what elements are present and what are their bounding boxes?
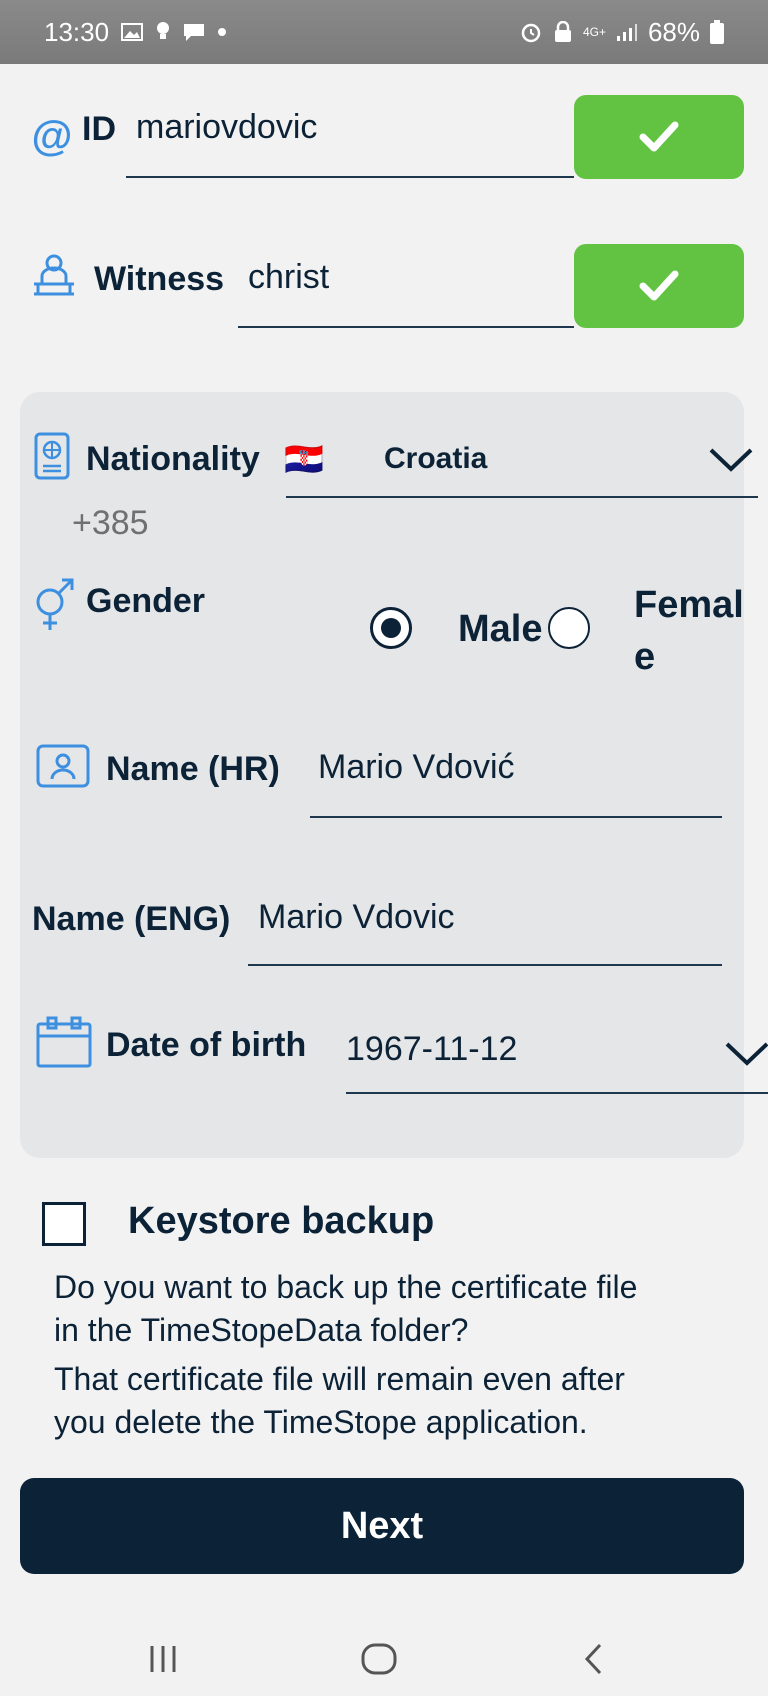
croatia-flag-icon: 🇭🇷 (284, 441, 324, 477)
gender-label: Gender (86, 582, 206, 620)
witness-label: Witness (94, 260, 225, 298)
nationality-underline (286, 496, 758, 498)
svg-text:@: @ (32, 112, 73, 159)
gender-female-label-line2[interactable]: e (634, 636, 655, 679)
keystore-backup-description: Do you want to back up the certificate f… (54, 1266, 754, 1444)
name-eng-label: Name (ENG) (32, 900, 231, 938)
name-hr-input[interactable]: Mario Vdović (318, 748, 515, 787)
home-icon[interactable] (360, 1642, 398, 1676)
next-button[interactable]: Next (20, 1478, 744, 1574)
signal-icon (616, 24, 637, 41)
nationality-select-value[interactable]: Croatia (384, 442, 487, 476)
phone-code: +385 (72, 504, 149, 542)
lock-icon (554, 21, 571, 42)
gender-female-radio[interactable] (548, 607, 590, 649)
dot-icon (218, 28, 227, 36)
bulb-icon (157, 22, 170, 39)
id-confirm-button[interactable] (574, 95, 744, 179)
id-label: ID (82, 110, 116, 148)
name-eng-underline (248, 964, 722, 966)
passport-icon (34, 432, 70, 480)
id-underline (126, 176, 574, 178)
desc-line-2: in the TimeStopeData folder? (54, 1312, 469, 1348)
desc-line-3: That certificate file will remain even a… (54, 1361, 625, 1397)
dob-input[interactable]: 1967-11-12 (346, 1030, 517, 1069)
nationality-label: Nationality (86, 440, 260, 478)
witness-confirm-button[interactable] (574, 244, 744, 328)
dob-underline (346, 1092, 768, 1094)
battery-icon (710, 20, 724, 44)
name-eng-input[interactable]: Mario Vdovic (258, 898, 455, 937)
desc-line-4: you delete the TimeStope application. (54, 1404, 588, 1440)
gender-male-radio[interactable] (370, 607, 412, 649)
gender-female-label-line1[interactable]: Femal (634, 584, 744, 627)
status-time: 13:30 (44, 16, 110, 47)
id-input[interactable]: mariovdovic (136, 108, 317, 147)
name-hr-underline (310, 816, 722, 818)
gender-male-label[interactable]: Male (458, 608, 542, 651)
chevron-down-icon[interactable] (724, 1040, 768, 1068)
recent-apps-icon[interactable] (148, 1644, 178, 1674)
checkmark-icon (639, 121, 679, 152)
checkmark-icon (639, 270, 679, 301)
desc-line-1: Do you want to back up the certificate f… (54, 1269, 638, 1305)
network-type: 4G+ (582, 25, 606, 39)
dob-label: Date of birth (106, 1026, 307, 1064)
battery-percent: 68% (647, 16, 700, 47)
at-sign-icon: @ (32, 112, 73, 159)
witness-input[interactable]: christ (248, 258, 329, 297)
name-hr-label: Name (HR) (106, 750, 280, 788)
gallery-icon (121, 23, 144, 41)
keystore-backup-checkbox[interactable] (42, 1202, 86, 1246)
witness-person-icon (34, 254, 74, 296)
user-id-card-icon (36, 744, 90, 788)
back-icon[interactable] (582, 1642, 604, 1676)
keystore-backup-title: Keystore backup (128, 1200, 435, 1242)
chevron-down-icon[interactable] (708, 446, 754, 474)
calendar-icon (36, 1016, 92, 1068)
witness-underline (238, 326, 574, 328)
gender-male-female-icon (36, 578, 74, 630)
status-bar: 13:30 4G+ 68% (0, 0, 768, 64)
system-navigation-bar (0, 1600, 768, 1696)
alarm-icon (521, 23, 541, 43)
message-icon (184, 24, 205, 41)
